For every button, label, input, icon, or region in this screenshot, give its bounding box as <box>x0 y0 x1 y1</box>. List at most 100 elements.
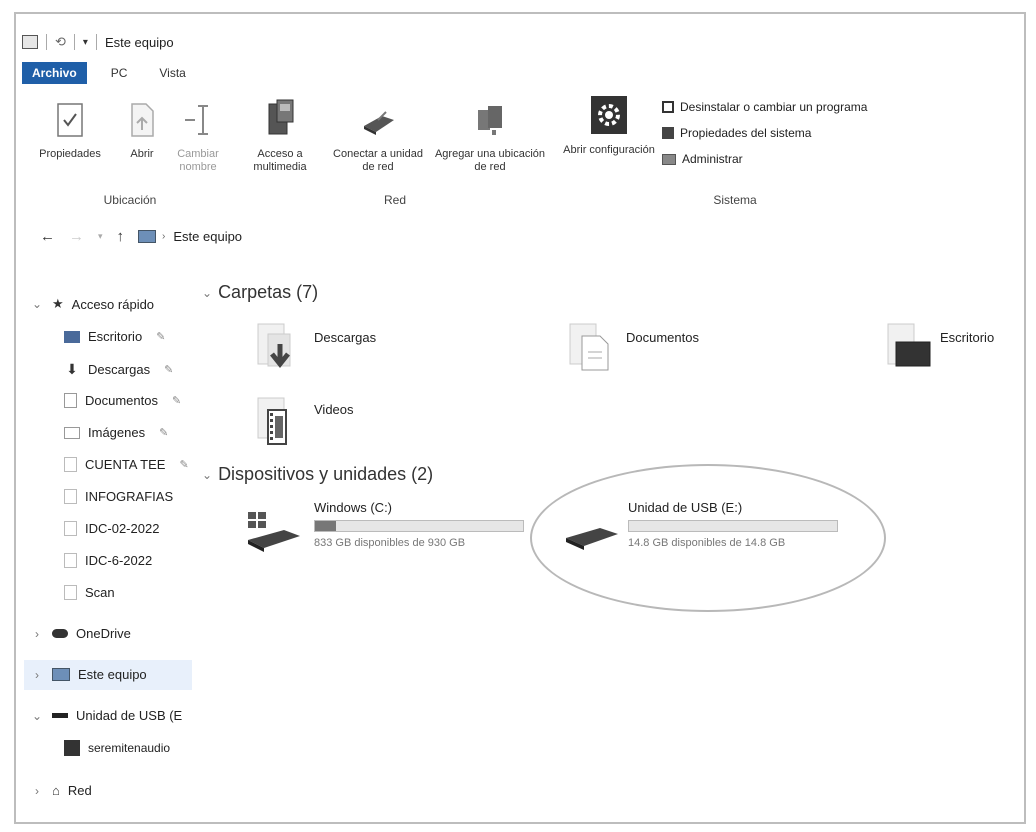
group-label-ubicacion: Ubicación <box>103 193 157 207</box>
chevron-down-icon[interactable]: ⌄ <box>202 286 212 300</box>
audio-folder-icon <box>64 740 80 756</box>
folder-descargas[interactable]: Descargas <box>254 318 376 374</box>
abrir-button[interactable]: Abrir <box>122 102 162 161</box>
manage-icon <box>662 153 676 165</box>
chevron-right-icon[interactable]: › <box>30 627 44 641</box>
downloads-folder-icon: ⬇ <box>66 361 78 377</box>
nav-item-label: seremitenaudio <box>88 741 171 755</box>
nav-item-cuenta-tee[interactable]: CUENTA TEE ✎ <box>64 457 189 472</box>
nav-item-label: Imágenes <box>88 425 146 440</box>
folder-icon <box>64 457 77 472</box>
chevron-right-icon[interactable]: › <box>30 784 44 798</box>
usb-drive-icon <box>52 713 68 718</box>
chevron-right-icon[interactable]: › <box>30 668 44 682</box>
up-arrow-icon[interactable]: ↑ <box>117 228 125 245</box>
nav-item-label: Escritorio <box>88 329 143 344</box>
folder-name: Escritorio <box>940 330 995 345</box>
nav-usb-drive-label: Unidad de USB (E <box>76 708 183 723</box>
nav-item-label: CUENTA TEE <box>85 457 166 472</box>
conectar-unidad-red-button[interactable]: Conectar a unidad de red <box>330 102 426 174</box>
pin-icon[interactable]: ✎ <box>164 363 173 376</box>
nav-item-label: IDC-6-2022 <box>85 553 153 568</box>
videos-folder-icon <box>257 397 287 445</box>
section-dispositivos[interactable]: ⌄ Dispositivos y unidades (2) <box>202 464 433 485</box>
nav-item-imagenes[interactable]: Imágenes ✎ <box>64 425 168 440</box>
nav-item-scan[interactable]: Scan <box>64 585 115 600</box>
acceso-multimedia-button[interactable]: Acceso a multimedia <box>240 98 320 174</box>
nav-item-label: IDC-02-2022 <box>85 521 160 536</box>
sistema-items: Desinstalar o cambiar un programa Propie… <box>662 100 867 166</box>
recent-dropdown-icon[interactable]: ▾ <box>98 231 103 242</box>
forward-arrow-icon[interactable]: → <box>69 228 84 245</box>
nav-quick-access-label: Acceso rápido <box>71 296 155 312</box>
rename-icon <box>185 105 208 135</box>
folder-videos[interactable]: Videos <box>254 396 354 452</box>
desinstalar-programa-button[interactable]: Desinstalar o cambiar un programa <box>662 100 867 114</box>
group-label-red: Red <box>383 193 406 207</box>
tab-vista[interactable]: Vista <box>151 63 193 83</box>
drive-windows-c[interactable]: Windows (C:) 833 GB disponibles de 930 G… <box>244 500 524 556</box>
folder-icon <box>64 521 77 536</box>
cambiar-nombre-button[interactable]: Cambiar nombre <box>168 102 228 174</box>
nav-onedrive[interactable]: › OneDrive <box>30 626 131 641</box>
chevron-down-icon[interactable]: ⌄ <box>30 297 44 311</box>
undo-icon[interactable]: ⟲ <box>55 34 66 50</box>
nav-item-infografias[interactable]: INFOGRAFIAS <box>64 489 173 504</box>
network-icon: ⌂ <box>52 783 60 798</box>
chevron-down-icon[interactable]: ⌄ <box>202 468 212 482</box>
drive-name: Windows (C:) <box>314 500 393 515</box>
abrir-configuracion-label: Abrir configuración <box>563 144 655 156</box>
pin-icon[interactable]: ✎ <box>159 426 168 439</box>
nav-item-documentos[interactable]: Documentos ✎ <box>64 393 181 408</box>
folder-name: Documentos <box>626 330 699 345</box>
documents-folder-icon <box>64 393 77 408</box>
tab-pc[interactable]: PC <box>103 63 136 83</box>
abrir-label: Abrir <box>130 148 154 160</box>
desktop-folder-icon <box>64 330 80 343</box>
customize-toolbar-icon[interactable]: ▾ <box>83 37 88 48</box>
window-title: Este equipo <box>104 34 174 50</box>
section-carpetas[interactable]: ⌄ Carpetas (7) <box>202 282 318 303</box>
propiedades-sistema-button[interactable]: Propiedades del sistema <box>662 126 867 140</box>
nav-item-seremitenaudio[interactable]: seremitenaudio <box>64 740 170 756</box>
computer-icon <box>138 230 157 243</box>
propiedades-button[interactable]: Propiedades <box>34 102 106 161</box>
network-drive-icon <box>364 111 394 135</box>
nav-item-idc-02-2022[interactable]: IDC-02-2022 <box>64 521 159 536</box>
nav-este-equipo[interactable]: › Este equipo <box>30 667 147 682</box>
abrir-configuracion-button[interactable]: Abrir configuración <box>562 96 656 157</box>
pictures-folder-icon <box>64 426 80 439</box>
pin-icon[interactable]: ✎ <box>179 458 188 471</box>
nav-quick-access[interactable]: ⌄ ★ Acceso rápido <box>30 296 154 312</box>
nav-item-descargas[interactable]: ⬇ Descargas ✎ <box>64 361 173 378</box>
breadcrumb-separator-icon[interactable]: › <box>162 231 165 242</box>
windows-drive-icon <box>248 512 300 552</box>
folder-documentos[interactable]: Documentos <box>566 318 699 374</box>
folder-escritorio[interactable]: Escritorio <box>884 318 994 374</box>
agregar-ubicacion-red-button[interactable]: Agregar una ubicación de red <box>432 102 548 174</box>
section-dispositivos-label: Dispositivos y unidades (2) <box>218 464 434 484</box>
nav-item-idc-6-2022[interactable]: IDC-6-2022 <box>64 553 152 568</box>
nav-usb-drive[interactable]: ⌄ Unidad de USB (E <box>30 708 182 723</box>
open-file-icon <box>131 103 154 137</box>
chevron-down-icon[interactable]: ⌄ <box>30 709 44 723</box>
address-bar: ← → ▾ ↑ › Este equipo <box>40 228 242 245</box>
administrar-label: Administrar <box>682 152 743 166</box>
folder-icon <box>64 553 77 568</box>
folder-name: Videos <box>314 402 354 417</box>
network-location-icon <box>478 106 502 135</box>
folder-name: Descargas <box>314 330 377 345</box>
settings-gear-icon <box>591 96 627 134</box>
breadcrumb-este-equipo[interactable]: Este equipo <box>173 229 242 244</box>
nav-onedrive-label: OneDrive <box>76 626 131 641</box>
system-properties-icon <box>662 127 674 139</box>
pin-icon[interactable]: ✎ <box>156 330 165 343</box>
tab-archivo[interactable]: Archivo <box>22 62 87 84</box>
acceso-multimedia-label: Acceso a multimedia <box>253 148 307 173</box>
back-arrow-icon[interactable]: ← <box>40 228 55 245</box>
nav-red[interactable]: › ⌂ Red <box>30 783 92 798</box>
pin-icon[interactable]: ✎ <box>172 394 181 407</box>
nav-item-label: Descargas <box>88 362 151 377</box>
nav-item-escritorio[interactable]: Escritorio ✎ <box>64 329 165 344</box>
administrar-button[interactable]: Administrar <box>662 152 867 166</box>
